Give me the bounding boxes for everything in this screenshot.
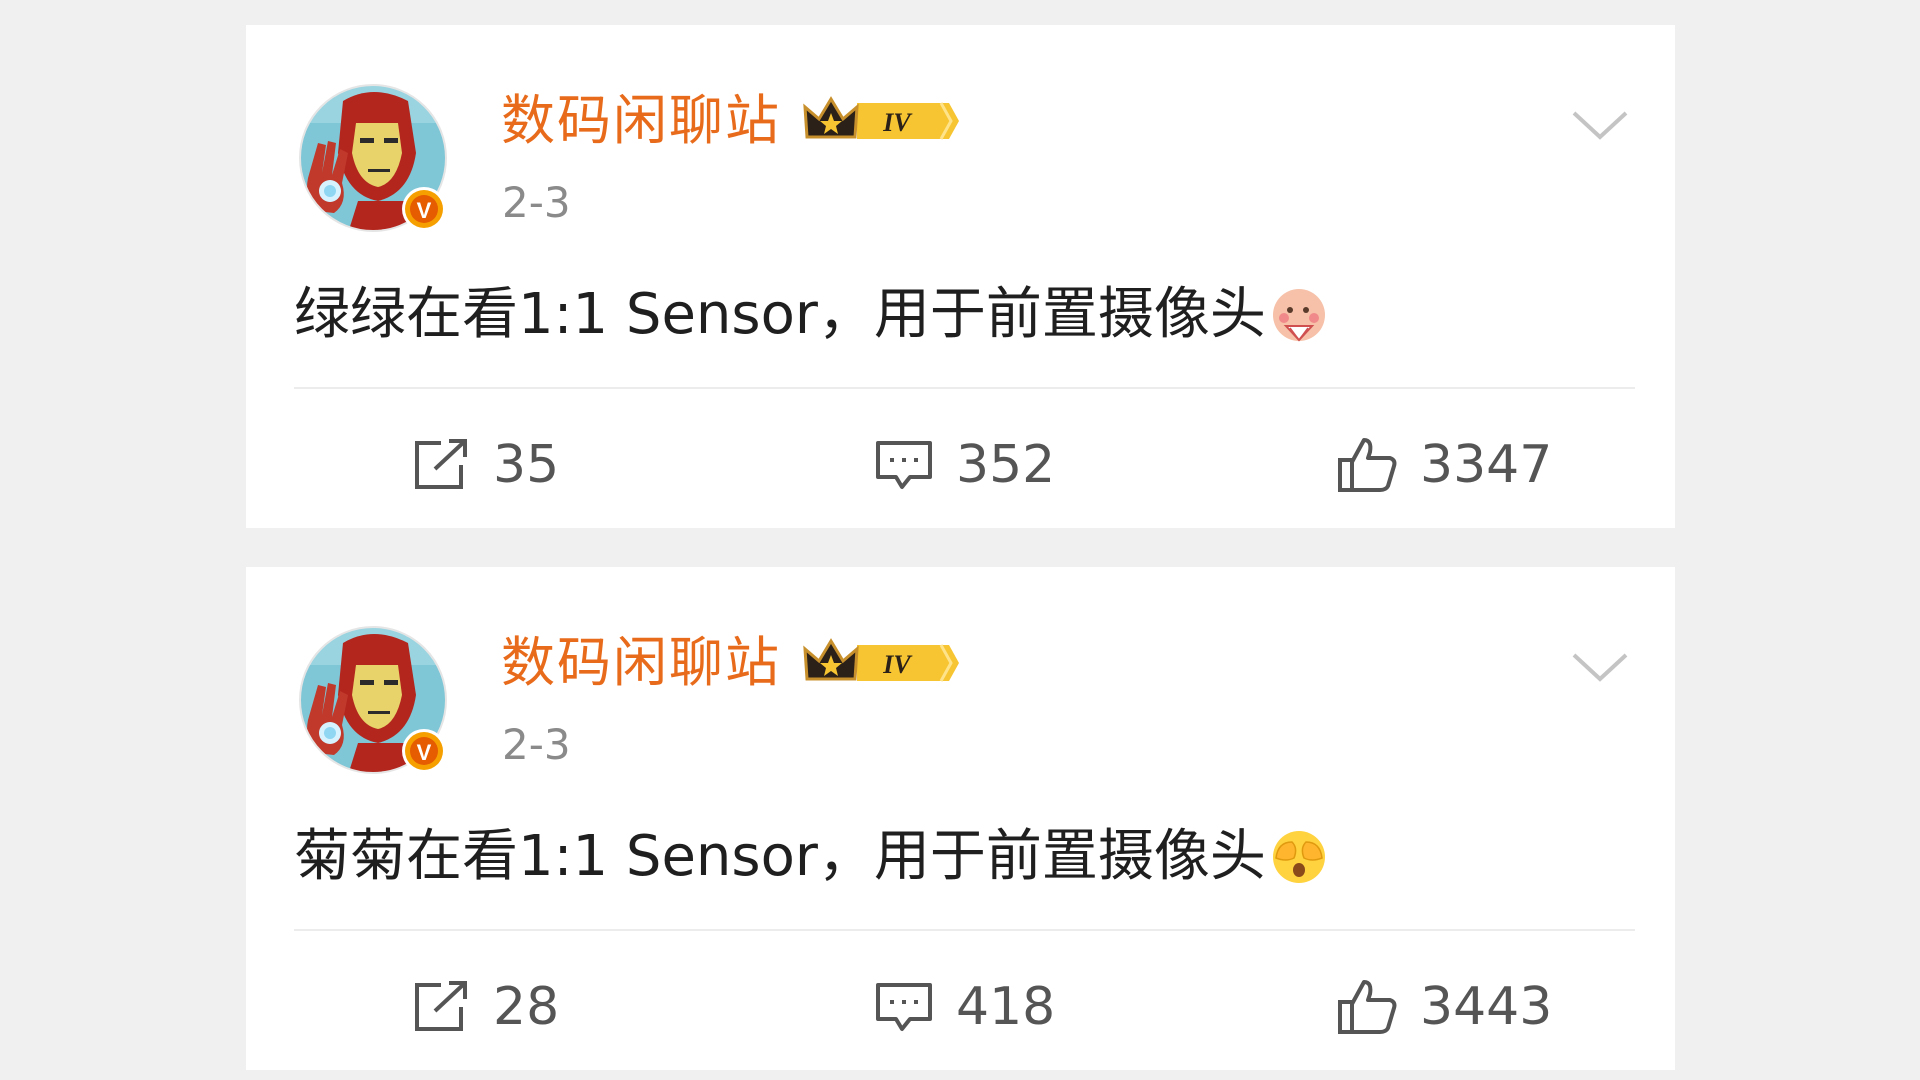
repost-icon (415, 981, 467, 1031)
shy-fan-emoji-icon (1270, 286, 1328, 344)
action-bar: 35 352 3347 (246, 420, 1675, 510)
post-text: 绿绿在看1:1 Sensor，用于前置摄像头 (294, 275, 1328, 355)
repost-icon (415, 439, 467, 489)
comment-icon (876, 983, 932, 1031)
cover-eyes-emoji-icon (1270, 828, 1328, 886)
crown-icon (803, 96, 859, 139)
like-count: 3443 (1420, 977, 1553, 1037)
like-button[interactable]: 3347 (1336, 420, 1552, 510)
post-date: 2-3 (502, 720, 571, 769)
comment-count: 352 (956, 435, 1056, 495)
weibo-feed: V 数码闲聊站 IV 2-3 绿绿在看1:1 Sensor，用于前置摄像头 35… (0, 0, 1920, 1080)
iron-man-avatar-icon: V (299, 626, 447, 774)
author-row: 数码闲聊站 IV (501, 85, 961, 157)
iron-man-avatar-icon: V (299, 84, 447, 232)
like-count: 3347 (1420, 435, 1553, 495)
user-avatar[interactable]: V (298, 83, 448, 233)
comment-icon (876, 441, 932, 489)
thumbs-up-icon (1338, 980, 1397, 1034)
comment-button[interactable]: 352 (874, 420, 1055, 510)
divider (294, 387, 1635, 389)
comment-button[interactable]: 418 (874, 962, 1055, 1052)
level-badge[interactable]: IV (801, 635, 961, 691)
thumbs-up-icon (1338, 438, 1397, 492)
post-card: V 数码闲聊站 IV 2-3 (246, 567, 1675, 1070)
like-button[interactable]: 3443 (1336, 962, 1552, 1052)
post-card: V 数码闲聊站 IV 2-3 (246, 25, 1675, 528)
user-avatar[interactable]: V (298, 625, 448, 775)
level-badge[interactable]: IV (801, 93, 961, 149)
repost-count: 28 (493, 977, 560, 1037)
repost-count: 35 (493, 435, 560, 495)
post-menu-button[interactable] (1570, 105, 1630, 145)
crown-icon (803, 638, 859, 681)
post-text-content: 菊菊在看1:1 Sensor，用于前置摄像头 (294, 824, 1266, 889)
repost-button[interactable]: 28 (411, 962, 559, 1052)
post-date: 2-3 (502, 178, 571, 227)
post-text-content: 绿绿在看1:1 Sensor，用于前置摄像头 (294, 282, 1266, 347)
chevron-down-icon (1572, 111, 1628, 140)
user-name[interactable]: 数码闲聊站 (501, 85, 781, 157)
svg-text:IV: IV (882, 108, 913, 137)
divider (294, 929, 1635, 931)
comment-count: 418 (956, 977, 1056, 1037)
post-menu-button[interactable] (1570, 647, 1630, 687)
author-row: 数码闲聊站 IV (501, 627, 961, 699)
svg-text:V: V (417, 740, 432, 765)
repost-button[interactable]: 35 (411, 420, 559, 510)
action-bar: 28 418 3443 (246, 962, 1675, 1052)
post-text: 菊菊在看1:1 Sensor，用于前置摄像头 (294, 817, 1328, 897)
svg-text:IV: IV (882, 650, 913, 679)
chevron-down-icon (1572, 653, 1628, 682)
svg-text:V: V (417, 198, 432, 223)
user-name[interactable]: 数码闲聊站 (501, 627, 781, 699)
